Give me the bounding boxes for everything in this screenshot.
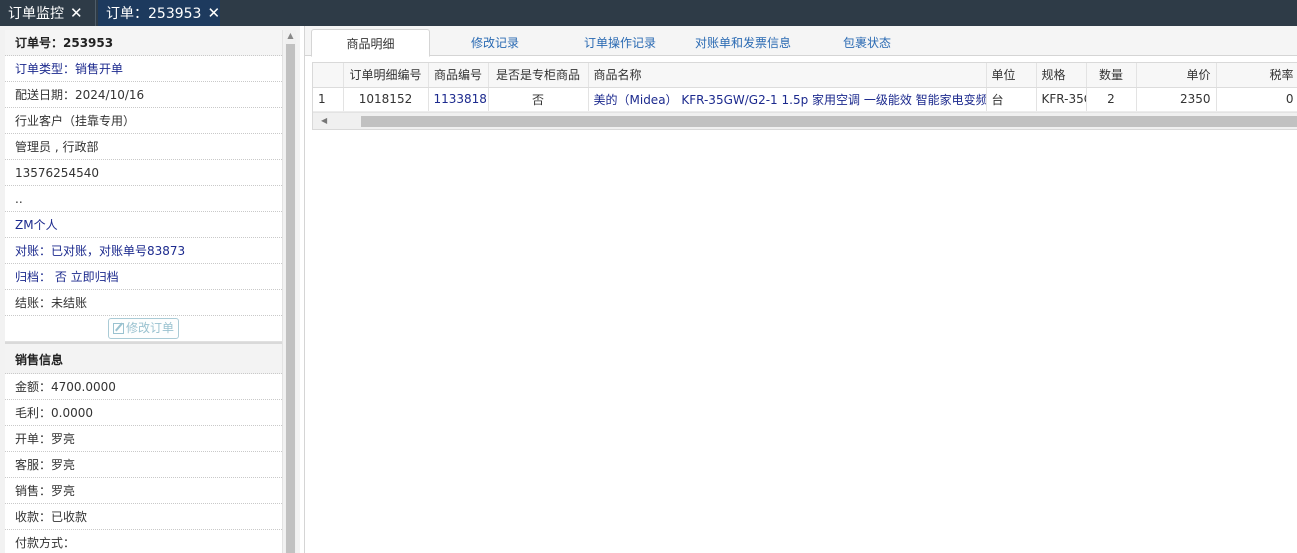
column-header-index (313, 63, 344, 88)
tab-operation-log[interactable]: 订单操作记录 (560, 30, 680, 56)
edit-order-row: 修改订单 (5, 316, 282, 342)
salesperson: 销售：罗亮 (5, 478, 282, 504)
row-index: 1 (313, 87, 344, 112)
detail-tab-strip: 商品明细 修改记录 订单操作记录 对账单和发票信息 包裹状态 (305, 26, 1297, 57)
close-icon[interactable]: ✕ (70, 5, 83, 21)
column-header-detail-id[interactable]: 订单明细编号 (343, 63, 429, 88)
product-name-link[interactable]: 美的（Midea） KFR-35GW/G2-1 1.5p 家用空调 一级能效 智… (588, 87, 987, 112)
unit-price-cell: 2350 (1136, 87, 1217, 112)
tab-label: 订单：253953 (106, 6, 202, 22)
edit-order-button[interactable]: 修改订单 (107, 318, 179, 339)
column-header-spec[interactable]: 规格 (1036, 63, 1087, 88)
product-table: 订单明细编号 商品编号 是否是专柜商品 商品名称 单位 规格 数量 单价 税率 … (313, 63, 1297, 112)
tax-rate-cell: 0 (1216, 87, 1297, 112)
settlement-status: 结账：未结账 (5, 290, 282, 316)
detail-id-cell: 1018152 (343, 87, 429, 112)
tab-order-253953[interactable]: 订单：253953 ✕ (98, 0, 220, 26)
close-icon[interactable]: ✕ (207, 5, 220, 21)
column-header-quantity[interactable]: 数量 (1086, 63, 1137, 88)
left-vertical-scrollbar[interactable]: ▲ (285, 30, 296, 553)
column-header-tax-rate[interactable]: 税率 (1216, 63, 1297, 88)
contact-department: 管理员 , 行政部 (5, 134, 282, 160)
tab-package-status[interactable]: 包裹状态 (807, 30, 927, 56)
column-header-unit-price[interactable]: 单价 (1136, 63, 1217, 88)
table-header-row: 订单明细编号 商品编号 是否是专柜商品 商品名称 单位 规格 数量 单价 税率 (313, 63, 1297, 88)
archive-status[interactable]: 归档： 否 立即归档 (5, 264, 282, 290)
table-row[interactable]: 1 1018152 1133818 否 美的（Midea） KFR-35GW/G… (313, 87, 1297, 112)
sales-amount: 金额：4700.0000 (5, 374, 282, 400)
tab-product-details[interactable]: 商品明细 (311, 29, 430, 57)
customer-group-link[interactable]: ZM个人 (5, 212, 282, 238)
column-header-product-code[interactable]: 商品编号 (428, 63, 489, 88)
product-code-link[interactable]: 1133818 (428, 87, 489, 112)
customer-name: 行业客户（挂靠专用） (5, 108, 282, 134)
payment-status: 收款：已收款 (5, 504, 282, 530)
gross-profit: 毛利：0.0000 (5, 400, 282, 426)
counter-flag-cell: 否 (488, 87, 589, 112)
customer-service: 客服：罗亮 (5, 452, 282, 478)
order-info-list: 订单号：253953 订单类型：销售开单 配送日期：2024/10/16 行业客… (5, 30, 283, 553)
phone-number: 13576254540 (5, 160, 282, 186)
order-number-header: 订单号：253953 (5, 30, 282, 56)
column-header-counter-flag[interactable]: 是否是专柜商品 (488, 63, 589, 88)
payment-method: 付款方式： (5, 530, 282, 553)
spec-cell: KFR-35GW/G2-1 (1036, 87, 1087, 112)
address: .. (5, 186, 282, 212)
column-header-product-name[interactable]: 商品名称 (588, 63, 987, 88)
sales-info-header: 销售信息 (5, 342, 282, 374)
order-detail-panel: 商品明细 修改记录 订单操作记录 对账单和发票信息 包裹状态 订单明细编号 商品… (304, 26, 1297, 553)
order-info-panel: 订单号：253953 订单类型：销售开单 配送日期：2024/10/16 行业客… (0, 26, 300, 553)
scroll-up-arrow-icon[interactable]: ▲ (285, 30, 296, 42)
grid-horizontal-scrollbar[interactable]: ◀ (313, 111, 1297, 129)
unit-cell: 台 (986, 87, 1037, 112)
top-tab-bar: 订单监控 ✕ 订单：253953 ✕ (0, 0, 1297, 26)
edit-order-label: 修改订单 (125, 321, 174, 335)
tab-statement-invoice[interactable]: 对账单和发票信息 (683, 30, 803, 56)
scroll-thumb[interactable] (361, 115, 1297, 127)
scroll-thumb[interactable] (286, 44, 295, 553)
quantity-cell: 2 (1086, 87, 1137, 112)
scroll-left-arrow-icon[interactable]: ◀ (321, 113, 327, 129)
column-header-unit[interactable]: 单位 (986, 63, 1037, 88)
delivery-date: 配送日期：2024/10/16 (5, 82, 282, 108)
order-creator: 开单：罗亮 (5, 426, 282, 452)
edit-icon (112, 323, 124, 334)
reconciliation-status[interactable]: 对账：已对账，对账单号83873 (5, 238, 282, 264)
product-detail-grid: 订单明细编号 商品编号 是否是专柜商品 商品名称 单位 规格 数量 单价 税率 … (312, 62, 1297, 130)
tab-label: 订单监控 (8, 6, 64, 22)
tab-modification-log[interactable]: 修改记录 (435, 30, 555, 56)
order-type[interactable]: 订单类型：销售开单 (5, 56, 282, 82)
tab-order-monitor[interactable]: 订单监控 ✕ (0, 0, 96, 26)
